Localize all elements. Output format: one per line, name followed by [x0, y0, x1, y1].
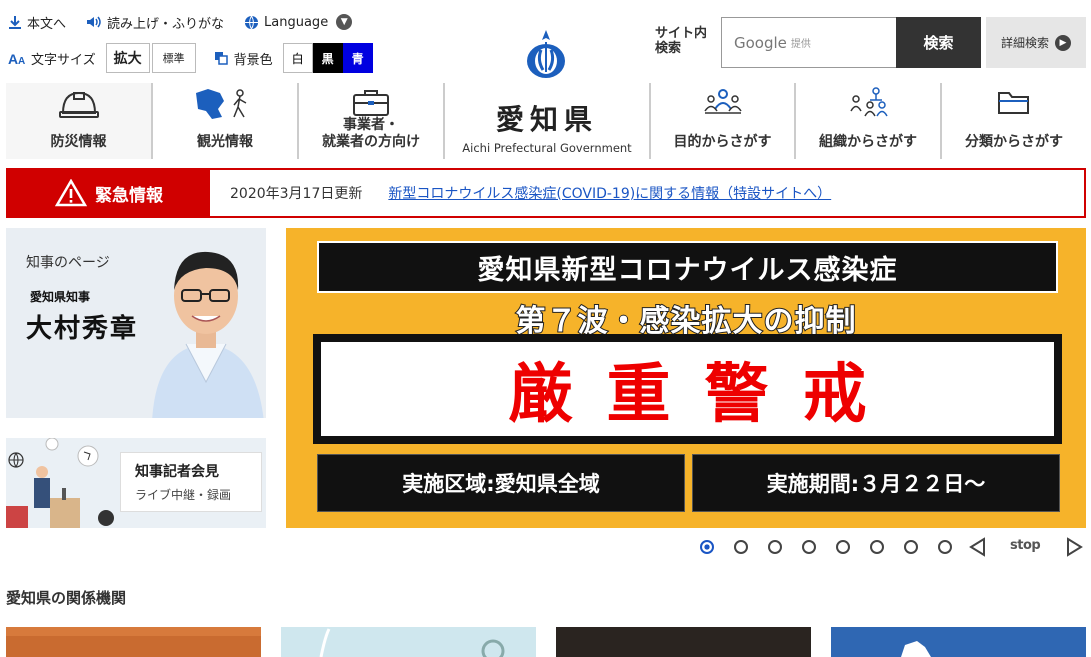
- related-org-card[interactable]: [281, 627, 536, 657]
- related-org-card[interactable]: [556, 627, 811, 657]
- slide-stop-button[interactable]: stop: [1010, 538, 1041, 553]
- nav-business[interactable]: 事業者・ 就業者の方向け: [297, 83, 443, 159]
- press-conference-box: 知事記者会見 ライブ中継・録画: [120, 452, 262, 512]
- org-chart-icon: [850, 87, 888, 117]
- advanced-search-button[interactable]: 詳細検索 ▶: [986, 17, 1086, 68]
- slide-area-box: 実施区域:愛知県全域: [317, 454, 685, 512]
- google-provider-text: 提供: [790, 39, 811, 50]
- logo-name-jp: 愛知県: [495, 102, 598, 136]
- warning-triangle-icon: [55, 179, 87, 207]
- briefcase-icon: [353, 90, 389, 116]
- aichi-map-traveler-icon: [196, 89, 247, 119]
- nav-tourism-label: 観光情報: [197, 134, 253, 150]
- nav-disaster-label: 防災情報: [50, 134, 107, 150]
- svg-text:A: A: [8, 51, 18, 65]
- utility-row-2: AA 文字サイズ 拡大 標準 背景色 白 黒 青: [8, 42, 373, 74]
- read-aloud-label: 読み上げ・ふりがな: [107, 16, 225, 32]
- slide-title: 愛知県新型コロナウイルス感染症: [317, 241, 1058, 293]
- site-logo[interactable]: 愛知県 Aichi Prefectural Government: [443, 83, 649, 159]
- language-selector[interactable]: Language ▼: [244, 14, 353, 30]
- chevron-down-icon: ▼: [336, 14, 353, 30]
- slide-next-icon[interactable]: [1066, 537, 1084, 557]
- bg-blue-button[interactable]: 青: [342, 43, 373, 73]
- slide-dot[interactable]: [768, 540, 782, 554]
- nav-organization-label: 組織からさがす: [819, 134, 917, 150]
- emergency-date: 2020年3月17日更新: [230, 186, 363, 202]
- download-arrow-icon: [9, 16, 21, 29]
- folder-icon: [998, 92, 1029, 114]
- nav-tourism[interactable]: 観光情報: [151, 83, 297, 159]
- palette-icon: [214, 52, 228, 65]
- slide-dot[interactable]: [870, 540, 884, 554]
- nav-disaster[interactable]: 防災情報: [6, 83, 151, 159]
- google-brand-text: Google: [734, 33, 787, 52]
- skip-to-content-link[interactable]: 本文へ: [8, 13, 66, 32]
- site-search-label-line2: 検索: [655, 41, 682, 56]
- related-org-thumbnail: [901, 641, 931, 657]
- slide-dot[interactable]: [904, 540, 918, 554]
- search-button[interactable]: 検索: [896, 17, 981, 68]
- slide-pagination: [700, 540, 972, 554]
- nav-business-label-1: 事業者・: [343, 117, 399, 133]
- global-nav: 防災情報 観光情報 事業者・ 就業者の方向け 愛知県 Aichi Prefect…: [6, 83, 1086, 159]
- governor-portrait: [152, 251, 264, 418]
- font-size-label: 文字サイズ: [31, 52, 96, 68]
- font-size-large-button[interactable]: 拡大: [105, 43, 150, 73]
- logo-name-en: Aichi Prefectural Government: [462, 140, 632, 155]
- utility-row-1: 本文へ 読み上げ・ふりがな Language ▼: [8, 12, 372, 32]
- chevron-right-icon: ▶: [1055, 34, 1071, 51]
- slide-dot[interactable]: [836, 540, 850, 554]
- read-aloud-link[interactable]: 読み上げ・ふりがな: [86, 13, 224, 32]
- press-conference-illustration: [6, 438, 114, 528]
- press-conference-title: 知事記者会見: [135, 464, 219, 480]
- site-search-label-line1: サイト内: [655, 26, 708, 41]
- font-size-standard-button[interactable]: 標準: [151, 43, 196, 73]
- speaker-icon: [87, 16, 101, 28]
- search-input[interactable]: Google 提供: [721, 17, 896, 68]
- nav-purpose[interactable]: 目的からさがす: [649, 83, 794, 159]
- bg-black-button[interactable]: 黒: [312, 43, 343, 73]
- slide-period-box: 実施期間:３月２２日～: [692, 454, 1060, 512]
- emergency-covid-link[interactable]: 新型コロナウイルス感染症(COVID-19)に関する情報（特設サイトへ）: [388, 183, 831, 203]
- bg-white-button[interactable]: 白: [282, 43, 313, 73]
- font-size-icon: AA: [8, 51, 25, 65]
- nav-category[interactable]: 分類からさがす: [940, 83, 1086, 159]
- slide-dot[interactable]: [802, 540, 816, 554]
- nav-business-label-2: 就業者の方向け: [322, 134, 420, 150]
- skip-to-content-label: 本文へ: [27, 16, 67, 32]
- governor-page-title: 知事のページ: [26, 255, 110, 271]
- svg-text:A: A: [18, 56, 25, 65]
- related-org-thumbnail: [319, 628, 505, 657]
- governor-page-banner[interactable]: 知事のページ 愛知県知事 大村秀章: [6, 228, 266, 418]
- slide-prev-icon[interactable]: [968, 537, 986, 557]
- press-conference-banner[interactable]: 知事記者会見 ライブ中継・録画: [6, 438, 266, 528]
- nav-purpose-label: 目的からさがす: [673, 134, 772, 150]
- background-color-label: 背景色: [233, 52, 273, 68]
- advanced-search-label: 詳細検索: [1000, 36, 1049, 50]
- emergency-label-text: 緊急情報: [95, 185, 163, 206]
- slide-dot[interactable]: [700, 540, 714, 554]
- governor-name: 大村秀章: [26, 314, 139, 344]
- aichi-emblem-icon[interactable]: [525, 28, 567, 80]
- slide-dot[interactable]: [938, 540, 952, 554]
- globe-icon: [244, 15, 259, 29]
- language-label: Language: [264, 14, 329, 30]
- nav-category-label: 分類からさがす: [965, 134, 1063, 150]
- governor-subtitle: 愛知県知事: [30, 290, 91, 304]
- nav-organization[interactable]: 組織からさがす: [794, 83, 940, 159]
- site-search-label: サイト内 検索: [655, 26, 707, 56]
- people-group-icon: [703, 89, 742, 114]
- press-conference-subtitle: ライブ中継・録画: [135, 488, 232, 502]
- main-slide[interactable]: 愛知県新型コロナウイルス感染症 第７波・感染拡大の抑制 厳重警戒 実施区域:愛知…: [286, 228, 1086, 528]
- related-orgs-title: 愛知県の関係機関: [6, 589, 127, 607]
- slide-alert-text: 厳重警戒: [321, 342, 1054, 436]
- helmet-icon: [58, 91, 99, 118]
- related-org-card[interactable]: [831, 627, 1086, 657]
- emergency-label: 緊急情報: [8, 170, 210, 216]
- emergency-bar: 緊急情報 2020年3月17日更新 新型コロナウイルス感染症(COVID-19)…: [6, 168, 1086, 218]
- slide-dot[interactable]: [734, 540, 748, 554]
- related-org-card[interactable]: [6, 627, 261, 657]
